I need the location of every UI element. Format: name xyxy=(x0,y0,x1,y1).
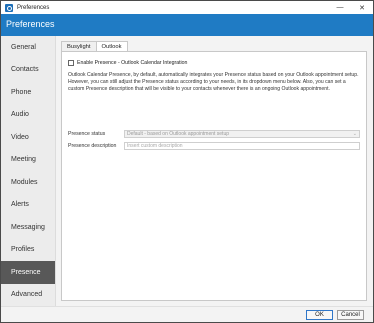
enable-outlook-label[interactable]: Enable Presence - Outlook Calendar Integ… xyxy=(77,60,187,66)
sidebar-item-meeting[interactable]: Meeting xyxy=(1,149,55,172)
page-header: Preferences xyxy=(1,14,373,36)
title-bar: Preferences — ✕ xyxy=(1,1,373,14)
sidebar-item-phone[interactable]: Phone xyxy=(1,81,55,104)
preferences-window: Preferences — ✕ Preferences General Cont… xyxy=(0,0,374,323)
outlook-description-text: Outlook Calendar Presence, by default, a… xyxy=(68,72,359,92)
cancel-button[interactable]: Cancel xyxy=(337,310,364,320)
ok-button[interactable]: OK xyxy=(306,310,333,320)
window-controls: — ✕ xyxy=(329,1,373,14)
sidebar-item-video[interactable]: Video xyxy=(1,126,55,149)
presence-status-label: Presence status xyxy=(68,131,106,137)
enable-outlook-row: Enable Presence - Outlook Calendar Integ… xyxy=(68,60,187,66)
presence-status-select[interactable]: Default - based on Outlook appointment s… xyxy=(124,130,360,138)
content-area: Busylight Outlook Enable Presence - Outl… xyxy=(57,36,373,306)
presence-description-label: Presence description xyxy=(68,143,117,149)
sidebar-item-presence[interactable]: Presence xyxy=(1,261,55,284)
sidebar-item-profiles[interactable]: Profiles xyxy=(1,239,55,262)
page-title: Preferences xyxy=(6,19,55,29)
sidebar-item-audio[interactable]: Audio xyxy=(1,104,55,127)
enable-outlook-checkbox[interactable] xyxy=(68,60,74,66)
presence-status-row: Presence status Default - based on Outlo… xyxy=(68,130,360,138)
sidebar-item-general[interactable]: General xyxy=(1,36,55,59)
close-button[interactable]: ✕ xyxy=(351,1,373,14)
presence-status-value: Default - based on Outlook appointment s… xyxy=(127,131,230,137)
sidebar-item-advanced[interactable]: Advanced xyxy=(1,284,55,307)
window-title: Preferences xyxy=(17,4,50,11)
dialog-footer: OK Cancel xyxy=(1,306,373,322)
app-logo-icon xyxy=(5,3,13,12)
presence-description-input[interactable]: Insert custom description xyxy=(124,142,360,150)
outlook-panel: Enable Presence - Outlook Calendar Integ… xyxy=(61,51,367,301)
sidebar-item-modules[interactable]: Modules xyxy=(1,171,55,194)
minimize-button[interactable]: — xyxy=(329,1,351,14)
sidebar-item-alerts[interactable]: Alerts xyxy=(1,194,55,217)
sidebar: General Contacts Phone Audio Video Meeti… xyxy=(1,36,56,306)
sidebar-item-contacts[interactable]: Contacts xyxy=(1,59,55,82)
sidebar-item-messaging[interactable]: Messaging xyxy=(1,216,55,239)
chevron-down-icon: ⌄ xyxy=(352,131,357,137)
presence-description-row: Presence description Insert custom descr… xyxy=(68,142,360,150)
